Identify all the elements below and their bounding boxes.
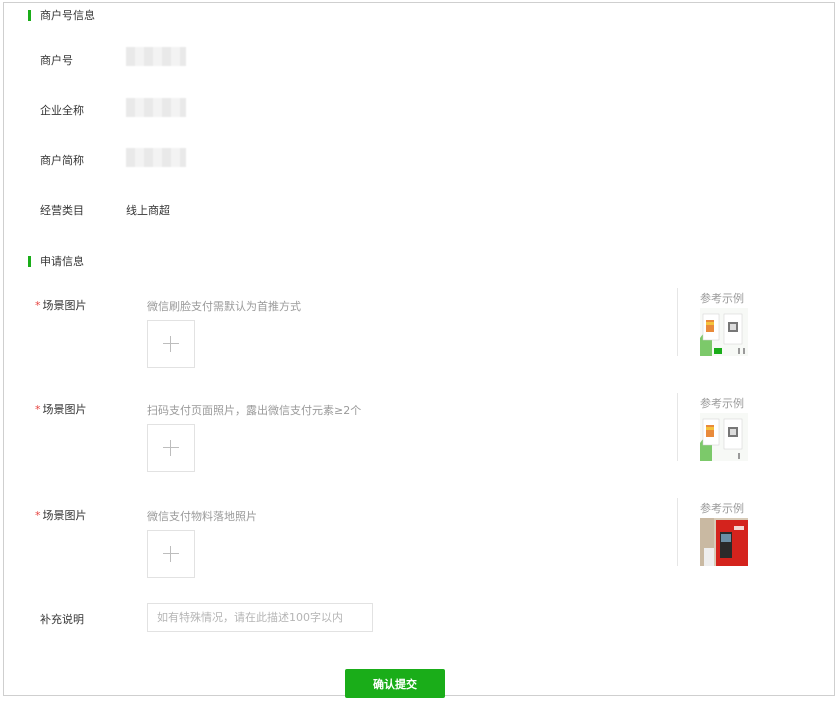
required-mark: * [35,403,41,416]
plus-icon [163,336,179,352]
merchant-short-name-value-redacted [126,148,186,167]
scene-image-label: * 场景图片 [35,403,87,416]
submit-button[interactable]: 确认提交 [345,669,445,698]
divider [677,393,678,461]
section-title: 申请信息 [40,255,84,268]
section-accent-bar [28,9,31,21]
reference-example-label: 参考示例 [700,397,744,410]
divider [677,498,678,566]
scene-image-label: * 场景图片 [35,509,87,522]
section-title: 商户号信息 [40,9,95,22]
plus-icon [163,440,179,456]
plus-icon [163,546,179,562]
upload-button[interactable] [147,320,195,368]
merchant-id-label: 商户号 [40,54,73,67]
business-category-label: 经营类目 [40,204,84,217]
supplement-label: 补充说明 [40,613,84,626]
required-mark: * [35,509,41,522]
reference-example-image[interactable] [700,413,748,461]
divider [677,288,678,356]
scene-image-label: * 场景图片 [35,299,87,312]
reference-example-image[interactable] [700,308,748,356]
reference-example-image[interactable] [700,518,748,566]
required-mark: * [35,299,41,312]
section-accent-bar [28,255,31,267]
scene-image-hint: 微信刷脸支付需默认为首推方式 [147,300,301,313]
supplement-input[interactable] [147,603,373,632]
merchant-short-name-label: 商户简称 [40,154,84,167]
section-apply-info: 申请信息 [28,254,84,268]
upload-button[interactable] [147,424,195,472]
company-name-label: 企业全称 [40,104,84,117]
business-category-value: 线上商超 [126,204,170,217]
company-name-value-redacted [126,98,186,117]
scene-image-hint: 扫码支付页面照片，露出微信支付元素≥2个 [147,404,362,417]
scene-image-hint: 微信支付物料落地照片 [147,510,257,523]
section-merchant-info: 商户号信息 [28,8,95,22]
upload-button[interactable] [147,530,195,578]
reference-example-label: 参考示例 [700,502,744,515]
merchant-id-value-redacted [126,47,186,66]
reference-example-label: 参考示例 [700,292,744,305]
